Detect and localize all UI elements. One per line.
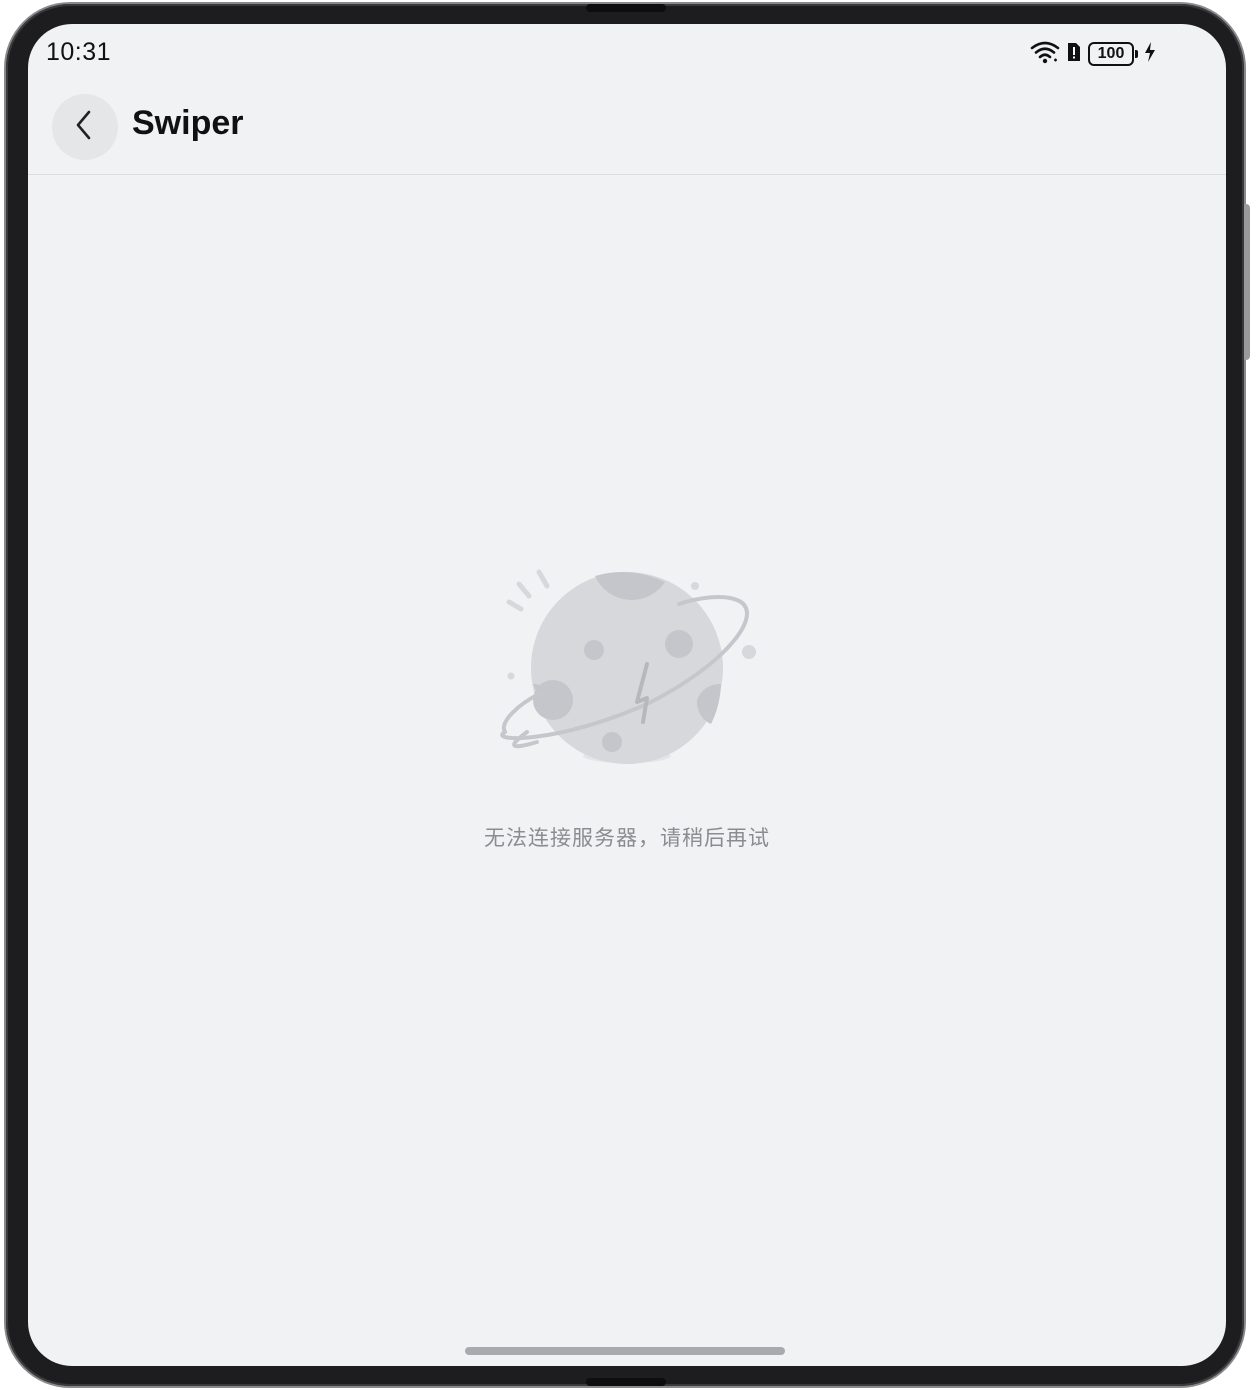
- screen: 10:31 100 Swiper 无法连接服务器，请稍后再试: [28, 24, 1226, 1366]
- error-message: 无法连接服务器，请稍后再试: [484, 827, 770, 850]
- status-icons: 100: [1030, 40, 1156, 68]
- home-indicator[interactable]: [465, 1347, 785, 1355]
- chevron-left-icon: [73, 109, 97, 146]
- sim-alert-icon: [1066, 41, 1082, 68]
- status-bar: 10:31 100: [28, 24, 1226, 84]
- device-hinge-top: [586, 4, 666, 12]
- empty-state: 无法连接服务器，请稍后再试: [28, 564, 1226, 852]
- battery-cap: [1135, 50, 1138, 58]
- battery-icon: 100: [1088, 42, 1138, 66]
- battery-level: 100: [1088, 42, 1134, 66]
- wifi-icon: [1030, 40, 1060, 69]
- back-button[interactable]: [52, 94, 118, 160]
- page-title: Swiper: [132, 104, 244, 142]
- device-side-button: [1244, 204, 1250, 360]
- app-bar: Swiper: [28, 84, 1226, 175]
- status-time: 10:31: [46, 38, 112, 66]
- disconnected-planet-icon: [500, 569, 756, 764]
- charging-icon: [1144, 41, 1156, 68]
- device-hinge-bottom: [586, 1378, 666, 1386]
